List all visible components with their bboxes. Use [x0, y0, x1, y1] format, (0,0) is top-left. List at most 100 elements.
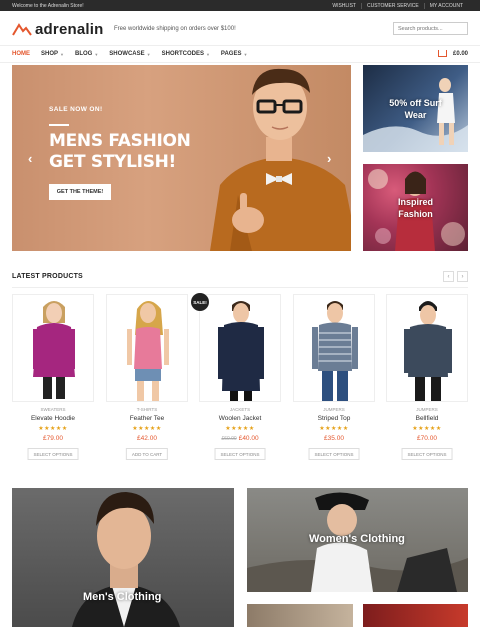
product-card[interactable]: JUMPERS Bellfield ★★★★★ £70.00 SELECT OP… — [386, 294, 468, 469]
shipping-tagline: Free worldwide shipping on orders over $… — [114, 26, 236, 32]
product-image[interactable] — [386, 294, 468, 402]
logo-text: adrenalin — [35, 21, 104, 38]
product-image[interactable] — [106, 294, 188, 402]
tee-model-image — [127, 301, 169, 401]
latest-products-heading: LATEST PRODUCTS — [12, 273, 83, 280]
product-category: JUMPERS — [323, 407, 345, 412]
search-input[interactable] — [393, 22, 468, 35]
hero-title: MENS FASHION GET STYLISH! — [49, 131, 191, 172]
section-divider — [12, 287, 468, 288]
nav-label: SHOP — [41, 51, 59, 57]
chevron-down-icon: ▼ — [60, 51, 64, 57]
account-links: WISHLIST CUSTOMER SERVICE MY ACCOUNT — [327, 3, 468, 9]
cart-total: £0.00 — [452, 50, 468, 57]
nav-item-pages[interactable]: PAGES ▼ — [221, 51, 248, 57]
mountain-logo-icon — [12, 23, 32, 36]
select-options-button[interactable]: SELECT OPTIONS — [27, 448, 79, 460]
product-price: £42.00 — [106, 435, 188, 442]
surf-wear-banner[interactable]: 50% off Surf Wear — [363, 65, 468, 152]
slider-next-arrow-icon[interactable]: › — [327, 151, 331, 166]
chevron-down-icon: ▼ — [94, 51, 99, 57]
mens-clothing-label: Men's Clothing — [83, 591, 162, 603]
nav-item-shop[interactable]: SHOP ▼ — [41, 51, 64, 57]
womens-clothing-label: Women's Clothing — [309, 533, 405, 545]
nav-label: BLOG — [74, 51, 93, 57]
site-logo[interactable]: adrenalin — [12, 21, 104, 38]
top-bar: Welcome to the Adrenalin Store! WISHLIST… — [0, 0, 480, 11]
chevron-down-icon: ▼ — [243, 51, 248, 57]
rating-stars: ★★★★★ — [38, 426, 68, 432]
product-image[interactable] — [293, 294, 375, 402]
nav-label: SHORTCODES — [161, 51, 204, 57]
sale-badge: SALE! — [191, 293, 209, 311]
product-price: £79.00 — [12, 435, 94, 442]
surf-wear-label: 50% off Surf Wear — [389, 97, 442, 120]
product-image[interactable] — [12, 294, 94, 402]
hero-slider: SALE NOW ON! MENS FASHION GET STYLISH! G… — [12, 65, 351, 251]
product-card[interactable]: SWEATERS Elevate Hoodie ★★★★★ £79.00 SEL… — [12, 294, 94, 469]
select-options-button[interactable]: SELECT OPTIONS — [214, 448, 266, 460]
old-price: £60.00 — [221, 436, 237, 442]
product-category: JACKETS — [229, 407, 251, 412]
product-name[interactable]: Elevate Hoodie — [12, 415, 94, 422]
nav-label: SHOWCASE — [109, 51, 145, 57]
basket-icon — [437, 50, 447, 57]
cart-button[interactable]: £0.00 — [437, 50, 468, 57]
welcome-message: Welcome to the Adrenalin Store! — [12, 3, 84, 9]
product-name[interactable]: Bellfield — [386, 415, 468, 422]
main-navigation: HOME SHOP ▼ BLOG ▼ SHOWCASE ▼ SHORTCODES ▼ P… — [0, 45, 480, 63]
inspired-fashion-banner[interactable]: Inspired Fashion — [363, 164, 468, 251]
promo-banner[interactable] — [363, 604, 468, 627]
product-image[interactable] — [199, 294, 281, 402]
hero-sale-tag: SALE NOW ON! — [49, 106, 103, 113]
carousel-next-button[interactable]: › — [457, 271, 468, 282]
site-header: adrenalin Free worldwide shipping on ord… — [0, 11, 480, 45]
select-options-button[interactable]: SELECT OPTIONS — [401, 448, 453, 460]
product-price: £70.00 — [386, 435, 468, 442]
product-category: JUMPERS — [416, 407, 438, 412]
rating-stars: ★★★★★ — [132, 426, 162, 432]
mens-model-image — [72, 492, 180, 627]
nav-label: PAGES — [220, 51, 242, 57]
product-name[interactable]: Woolen Jacket — [199, 415, 281, 422]
chevron-down-icon: ▼ — [146, 51, 151, 57]
wishlist-link[interactable]: WISHLIST — [327, 3, 361, 9]
striped-top-model-image — [312, 301, 358, 401]
jacket-model-image — [218, 301, 264, 401]
price-value: £35.00 — [324, 435, 344, 442]
nav-item-shortcodes[interactable]: SHORTCODES ▼ — [162, 51, 210, 57]
slider-prev-arrow-icon[interactable]: ‹ — [28, 151, 32, 166]
product-card[interactable]: T-SHIRTS Feather Tee ★★★★★ £42.00 ADD TO… — [106, 294, 188, 469]
nav-label: HOME — [12, 51, 30, 57]
nav-item-blog[interactable]: BLOG ▼ — [75, 51, 98, 57]
customer-service-link[interactable]: CUSTOMER SERVICE — [360, 3, 424, 9]
get-theme-button[interactable]: GET THE THEME! — [49, 184, 111, 200]
price-value: £70.00 — [417, 435, 437, 442]
chevron-down-icon: ▼ — [205, 51, 210, 57]
womens-clothing-banner[interactable]: Women's Clothing — [247, 488, 468, 592]
price-value: £79.00 — [43, 435, 63, 442]
add-to-cart-button[interactable]: ADD TO CART — [125, 448, 169, 460]
product-name[interactable]: Striped Top — [293, 415, 375, 422]
select-options-button[interactable]: SELECT OPTIONS — [308, 448, 360, 460]
mens-clothing-banner[interactable]: Men's Clothing — [12, 488, 234, 627]
bellfield-model-image — [404, 301, 452, 401]
product-price: £35.00 — [293, 435, 375, 442]
rating-stars: ★★★★★ — [319, 426, 349, 432]
rating-stars: ★★★★★ — [412, 426, 442, 432]
nav-item-showcase[interactable]: SHOWCASE ▼ — [109, 51, 150, 57]
product-price: £60.00 £40.00 — [199, 435, 281, 442]
product-category: T-SHIRTS — [136, 407, 158, 412]
nav-item-home[interactable]: HOME — [12, 51, 30, 57]
inspired-fashion-label: Inspired Fashion — [397, 196, 433, 219]
carousel-prev-button[interactable]: ‹ — [443, 271, 454, 282]
product-name[interactable]: Feather Tee — [106, 415, 188, 422]
my-account-link[interactable]: MY ACCOUNT — [423, 3, 468, 9]
product-card[interactable]: JACKETS Woolen Jacket ★★★★★ £60.00 £40.00… — [199, 294, 281, 469]
price-value: £40.00 — [238, 435, 259, 442]
accessories-banner[interactable] — [247, 604, 353, 627]
rating-stars: ★★★★★ — [225, 426, 255, 432]
product-carousel: SWEATERS Elevate Hoodie ★★★★★ £79.00 SEL… — [12, 294, 468, 469]
product-card[interactable]: JUMPERS Striped Top ★★★★★ £35.00 SELECT … — [293, 294, 375, 469]
hoodie-model-image — [33, 301, 75, 399]
